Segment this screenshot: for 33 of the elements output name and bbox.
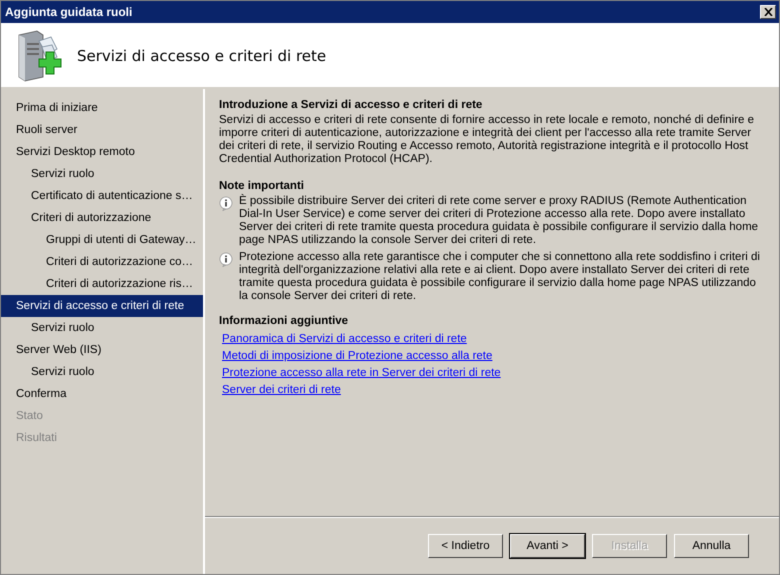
note-paragraph: Protezione accesso alla rete garantisce che i computer che si connettono alla rete soddisfino i criteri di integrità dell'organizzazione relativi alla rete e ai client. Dopo avere installato Server dei criteri di rete tramite questa procedura guidata è possibile configurare il servizio dalla home page NPAS utilizzando la console Server dei criteri di rete.: [239, 251, 761, 303]
sidebar-item[interactable]: Criteri di autorizzazione co…: [1, 251, 203, 273]
sidebar-item[interactable]: Conferma: [1, 383, 203, 405]
dialog-button[interactable]: Annulla: [674, 534, 749, 558]
dialog-button[interactable]: < Indietro: [428, 534, 503, 558]
sidebar-item[interactable]: Certificato di autenticazione s…: [1, 185, 203, 207]
sidebar-item[interactable]: Criteri di autorizzazione: [1, 207, 203, 229]
info-icon: [219, 196, 233, 211]
default-button[interactable]: Avanti >: [510, 534, 585, 558]
section-heading: Introduzione a Servizi di accesso e criteri di rete: [219, 99, 484, 111]
sidebar-item[interactable]: Servizi di accesso e criteri di rete: [1, 295, 203, 317]
sidebar-item[interactable]: Servizi ruolo: [1, 163, 203, 185]
close-icon: [764, 8, 772, 16]
sidebar-item[interactable]: Prima di iniziare: [1, 97, 203, 119]
sidebar-item[interactable]: Server Web (IIS): [1, 339, 203, 361]
section-heading: Informazioni aggiuntive: [219, 315, 350, 327]
help-link[interactable]: Panoramica di Servizi di accesso e criteri di rete: [222, 333, 467, 345]
info-icon: [219, 252, 233, 267]
page-heading: Servizi di accesso e criteri di rete: [77, 46, 326, 64]
section-heading: Note importanti: [219, 180, 305, 192]
sidebar-item[interactable]: Servizi Desktop remoto: [1, 141, 203, 163]
note-paragraph: È possibile distribuire Server dei criteri di rete come server e proxy RADIUS (Remote Authentication Dial-In User Service) e come server dei criteri di Protezione accesso alla rete. Dopo avere installato Server dei criteri di rete tramite questa procedura guidata è possibile configurare il servizio dalla home page NPAS utilizzando la console Server dei criteri di rete.: [239, 195, 760, 247]
help-link[interactable]: Metodi di imposizione di Protezione accesso alla rete: [222, 350, 492, 362]
window-title: Aggiunta guidata ruoli: [5, 5, 132, 19]
close-button[interactable]: [760, 5, 776, 19]
sidebar-item[interactable]: Servizi ruolo: [1, 361, 203, 383]
sidebar-item[interactable]: Ruoli server: [1, 119, 203, 141]
sidebar-item[interactable]: Gruppi di utenti di Gateway…: [1, 229, 203, 251]
sidebar-item[interactable]: Servizi ruolo: [1, 317, 203, 339]
help-link[interactable]: Server dei criteri di rete: [222, 384, 341, 396]
intro-paragraph: Servizi di accesso e criteri di rete consente di fornire accesso in rete locale e remoto, nonché di definire e imporre criteri di autenticazione, autorizzazione e integrità dei client per l'accesso alla rete tramite Server dei criteri di rete, il servizio Routing e Accesso remoto, Autorità registrazione integrità e il protocollo Host Credential Authorization Protocol (HCAP).: [219, 114, 756, 166]
help-link[interactable]: Protezione accesso alla rete in Server dei criteri di rete: [222, 367, 501, 379]
sidebar-item[interactable]: Criteri di autorizzazione ris…: [1, 273, 203, 295]
